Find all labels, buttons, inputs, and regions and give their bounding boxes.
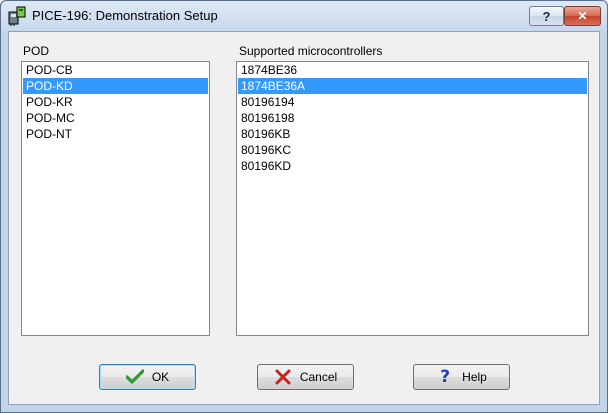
microcontroller-list-item[interactable]: 1874BE36A — [238, 78, 587, 94]
title-help-button[interactable]: ? — [529, 6, 564, 26]
pod-list-item[interactable]: POD-MC — [23, 110, 208, 126]
cross-icon — [274, 368, 292, 386]
question-icon: ? — [542, 8, 551, 24]
pod-listbox[interactable]: POD-CB POD-KD POD-KR POD-MC POD-NT — [21, 61, 210, 336]
pod-list-item[interactable]: POD-KR — [23, 94, 208, 110]
microcontroller-list-item[interactable]: 80196KD — [238, 158, 587, 174]
ok-label: OK — [151, 370, 170, 384]
cancel-label: Cancel — [299, 370, 338, 384]
title-close-button[interactable]: ✕ — [564, 6, 601, 26]
microcontroller-list-item[interactable]: 80196KB — [238, 126, 587, 142]
pod-list-item[interactable]: POD-KD — [23, 78, 208, 94]
microcontroller-listbox[interactable]: 1874BE36 1874BE36A 80196194 80196198 80196KB… — [236, 61, 589, 336]
checkmark-icon — [125, 368, 144, 386]
pod-list-item[interactable]: POD-CB — [23, 62, 208, 78]
microcontroller-list-item[interactable]: 80196KC — [238, 142, 587, 158]
close-icon: ✕ — [577, 9, 588, 23]
ok-button[interactable]: OK — [99, 364, 196, 390]
dialog-window: PICE-196: Demonstration Setup ? ✕ POD PO… — [0, 0, 608, 413]
microcontroller-list-item[interactable]: 80196194 — [238, 94, 587, 110]
chip-app-icon — [7, 6, 27, 26]
title-bar[interactable]: PICE-196: Demonstration Setup ? ✕ — [1, 1, 607, 31]
microcontroller-list-item[interactable]: 1874BE36 — [238, 62, 587, 78]
help-label: Help — [462, 370, 487, 384]
window-title: PICE-196: Demonstration Setup — [32, 8, 218, 23]
microcontroller-list-item[interactable]: 80196198 — [238, 110, 587, 126]
dialog-client-area: POD POD-CB POD-KD POD-KR POD-MC POD-NT Suppo… — [8, 31, 600, 405]
pod-label: POD — [23, 44, 50, 58]
cancel-button[interactable]: Cancel — [257, 364, 354, 390]
pod-list-item[interactable]: POD-NT — [23, 126, 208, 142]
mcu-label: Supported microcontrollers — [239, 44, 383, 58]
question-icon: ? — [440, 367, 451, 387]
help-button[interactable]: ? Help — [413, 364, 510, 390]
